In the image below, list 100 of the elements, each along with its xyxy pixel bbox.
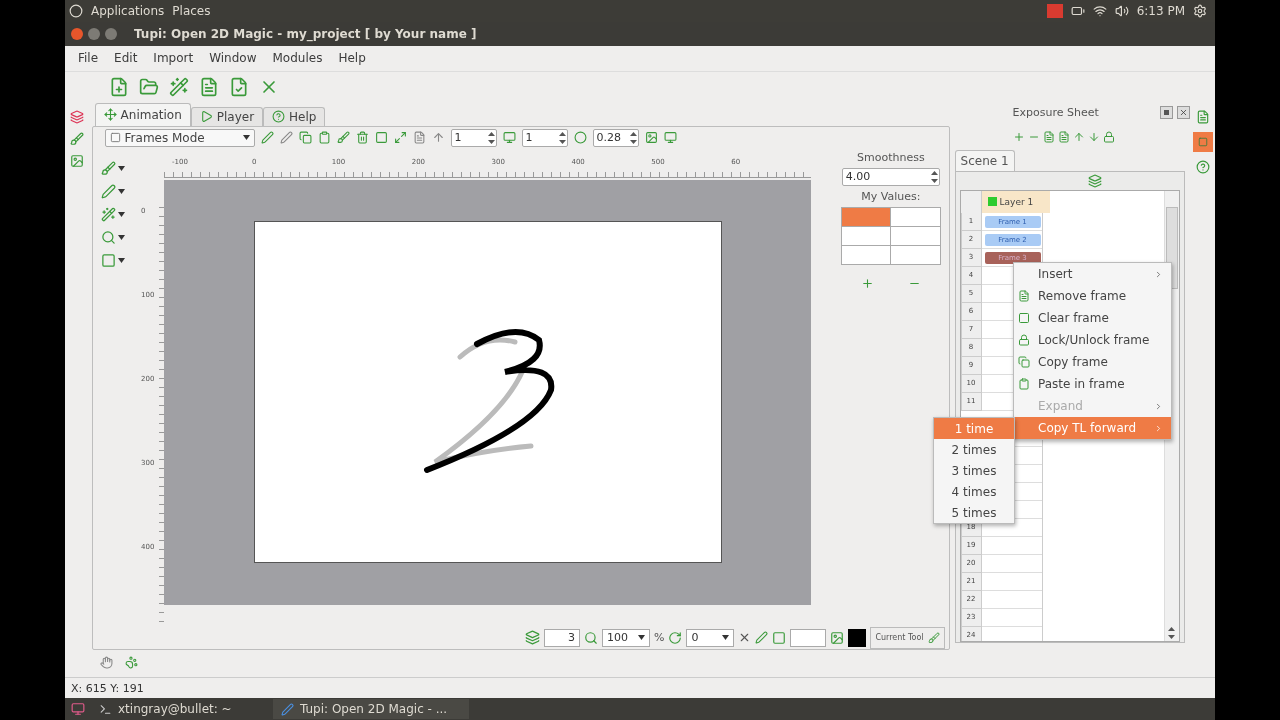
copy-icon[interactable]	[298, 131, 312, 145]
screen-icon[interactable]	[502, 131, 516, 145]
caret-icon[interactable]	[117, 165, 125, 171]
document-icon[interactable]	[1057, 130, 1070, 143]
expand-icon[interactable]	[393, 131, 407, 145]
help-icon[interactable]	[272, 110, 286, 124]
panel-menu[interactable]: Places	[172, 4, 211, 18]
value-cell[interactable]	[841, 207, 891, 226]
maximize-button[interactable]	[105, 27, 117, 40]
document-check-icon[interactable]	[229, 76, 249, 97]
panel-toggle[interactable]	[1192, 131, 1213, 152]
number-field[interactable]: 0.28	[592, 128, 639, 147]
copy-icon[interactable]	[1018, 356, 1030, 368]
empty-field[interactable]	[790, 628, 827, 647]
smoothness-field[interactable]: 4.00	[841, 167, 940, 186]
image-icon[interactable]	[830, 630, 845, 645]
trash-icon[interactable]	[355, 131, 369, 145]
pen-icon[interactable]	[260, 131, 274, 145]
drawing-page[interactable]	[253, 221, 722, 564]
wand-icon[interactable]	[169, 76, 189, 97]
menu-item[interactable]: Paste in frame	[1014, 373, 1171, 395]
rotate-icon[interactable]	[668, 630, 683, 645]
document-icon[interactable]	[1042, 130, 1055, 143]
menu-item[interactable]: Clear frame	[1014, 307, 1171, 329]
hand-icon[interactable]	[99, 656, 113, 670]
zoom-icon[interactable]	[583, 630, 598, 645]
frames-icon[interactable]	[524, 630, 540, 646]
add-icon[interactable]	[1012, 130, 1025, 143]
indicator-icon[interactable]	[1046, 4, 1063, 18]
menu-item[interactable]: Window	[202, 51, 264, 66]
caret-icon[interactable]	[117, 234, 125, 240]
value-cell[interactable]	[841, 226, 891, 245]
brush-icon[interactable]	[70, 131, 85, 146]
panel-menu[interactable]: Applications	[91, 4, 165, 18]
down-arrow-icon[interactable]	[1087, 130, 1100, 143]
stepper-icon[interactable]	[1167, 624, 1177, 641]
pen-icon[interactable]	[755, 631, 769, 645]
clipboard-icon[interactable]	[317, 131, 331, 145]
image-icon[interactable]	[644, 131, 658, 145]
stepper-icon[interactable]	[486, 129, 496, 146]
document-icon[interactable]	[1195, 109, 1210, 124]
value-cell[interactable]	[841, 245, 891, 264]
monitor-icon[interactable]	[663, 131, 677, 145]
menu-item[interactable]: Help	[331, 51, 373, 66]
circle-icon[interactable]	[573, 131, 587, 145]
color-swatch[interactable]	[848, 628, 867, 647]
stepper-icon[interactable]	[929, 168, 939, 185]
stepper-icon[interactable]	[628, 129, 638, 146]
square-icon[interactable]	[1018, 312, 1030, 324]
rotation-dropdown[interactable]: 0	[686, 628, 735, 647]
menu-item[interactable]: Lock/Unlock frame	[1014, 329, 1171, 351]
menu-item[interactable]: 4 times	[934, 481, 1014, 502]
caret-icon[interactable]	[637, 635, 645, 641]
value-cell[interactable]	[891, 226, 940, 245]
menu-item[interactable]: 3 times	[934, 460, 1014, 481]
float-button[interactable]	[1160, 106, 1174, 120]
brush-icon[interactable]	[336, 131, 350, 145]
number-field[interactable]: 1	[521, 128, 568, 147]
taskbar-item[interactable]: xtingray@bullet: ~	[91, 699, 267, 719]
tab[interactable]: Animation	[94, 102, 191, 126]
square-icon[interactable]	[772, 630, 787, 645]
caret-icon[interactable]	[117, 257, 125, 263]
document-icon[interactable]	[412, 131, 426, 145]
brush-icon[interactable]	[927, 631, 940, 644]
lock-icon[interactable]	[1102, 130, 1115, 143]
image-icon[interactable]	[70, 153, 85, 168]
zoom-dropdown[interactable]: 100	[601, 628, 650, 647]
lock-icon[interactable]	[1018, 334, 1030, 346]
menu-item[interactable]: File	[71, 51, 106, 66]
logo-icon[interactable]	[69, 4, 83, 18]
scene-tab[interactable]: Scene 1	[954, 149, 1015, 171]
close-button[interactable]	[71, 27, 83, 40]
add-icon[interactable]	[860, 276, 874, 290]
new-file-icon[interactable]	[109, 76, 129, 97]
taskbar-item[interactable]: Tupi: Open 2D Magic - ...	[273, 699, 469, 719]
desktop-icon[interactable]	[71, 702, 85, 716]
figure-icon[interactable]	[103, 108, 117, 122]
value-cell[interactable]	[891, 207, 940, 226]
clock[interactable]: 6:13 PM	[1136, 4, 1185, 18]
minimize-button[interactable]	[88, 27, 100, 40]
paw-icon[interactable]	[124, 656, 138, 670]
caret-icon[interactable]	[117, 188, 125, 194]
folder-icon[interactable]	[139, 76, 159, 97]
mode-dropdown[interactable]: Frames Mode	[104, 128, 255, 147]
layer-header[interactable]: Layer 1	[981, 190, 1050, 213]
menu-item[interactable]: Remove frame	[1014, 285, 1171, 307]
battery-icon[interactable]	[1070, 4, 1085, 18]
document-icon[interactable]	[1018, 290, 1030, 302]
menu-item[interactable]: Edit	[107, 51, 145, 66]
stepper-icon[interactable]	[557, 129, 567, 146]
tab[interactable]: Help	[263, 106, 326, 126]
settings-icon[interactable]	[1193, 4, 1207, 18]
number-field[interactable]: 1	[450, 128, 497, 147]
volume-icon[interactable]	[1114, 4, 1129, 18]
menu-item[interactable]: Import	[146, 51, 201, 66]
caret-icon[interactable]	[242, 135, 250, 141]
menu-item[interactable]: 2 times	[934, 439, 1014, 460]
caret-icon[interactable]	[722, 635, 730, 641]
layers-icon[interactable]	[70, 109, 85, 124]
menu-item[interactable]: Modules	[265, 51, 330, 66]
